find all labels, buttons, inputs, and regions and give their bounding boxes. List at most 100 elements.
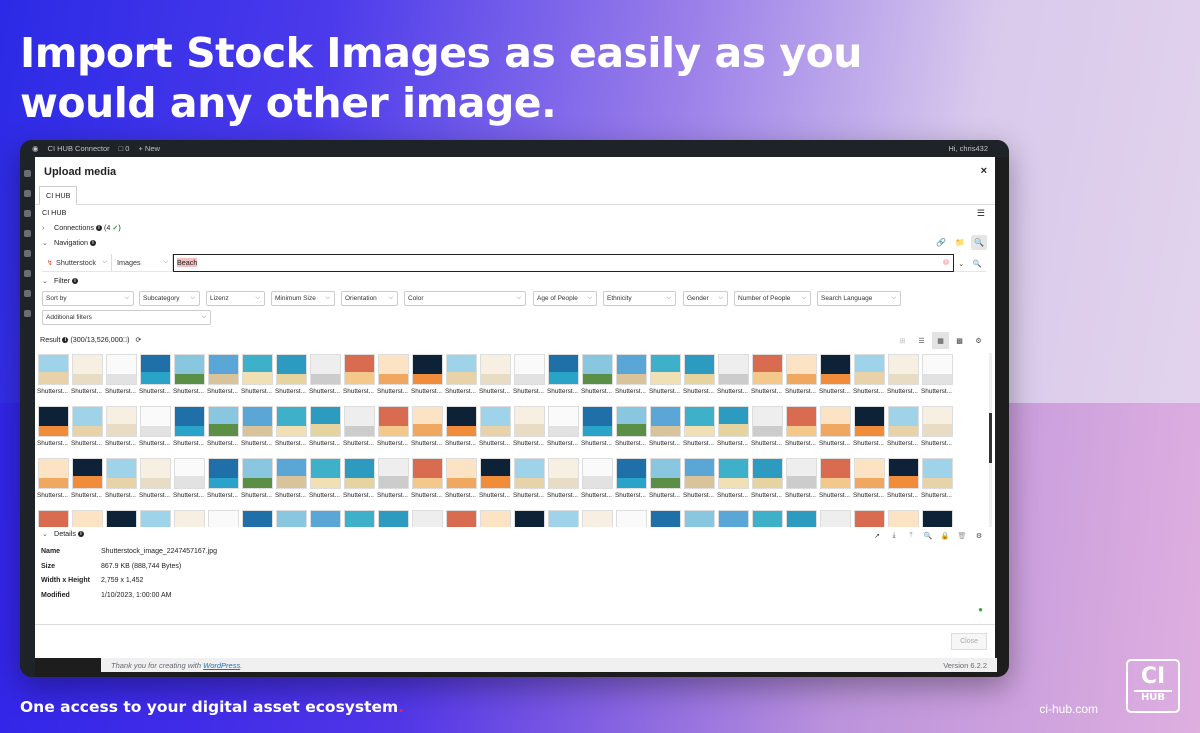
new-menu[interactable]: + New (138, 144, 159, 153)
result-item[interactable]: Shutterst... (71, 353, 104, 403)
result-item[interactable]: Shutterst... (819, 353, 852, 403)
lock-icon[interactable]: 🔒 (938, 529, 952, 542)
result-thumbnail[interactable] (684, 354, 715, 385)
result-item[interactable]: Shutterst... (37, 353, 70, 403)
result-thumbnail[interactable] (140, 458, 171, 489)
zoom-icon[interactable]: 🔍 (921, 529, 935, 542)
result-item[interactable] (479, 509, 512, 527)
wordpress-link[interactable]: WordPress (203, 661, 240, 670)
result-item[interactable]: Shutterst... (853, 457, 886, 507)
result-item[interactable]: Shutterst... (683, 405, 716, 455)
result-thumbnail[interactable] (242, 406, 273, 437)
result-item[interactable]: Shutterst... (751, 353, 784, 403)
result-item[interactable]: Shutterst... (139, 353, 172, 403)
result-item[interactable]: Shutterst... (241, 353, 274, 403)
result-item[interactable]: Shutterst... (377, 457, 410, 507)
result-thumbnail[interactable] (650, 354, 681, 385)
result-item[interactable]: Shutterst... (547, 353, 580, 403)
site-name[interactable]: CI HUB Connector (48, 144, 110, 153)
result-item[interactable]: Shutterst... (615, 405, 648, 455)
hamburger-menu-icon[interactable]: ☰ (977, 208, 985, 219)
result-item[interactable]: Shutterst... (751, 457, 784, 507)
result-item[interactable]: Shutterst... (887, 405, 920, 455)
result-thumbnail[interactable] (480, 510, 511, 527)
result-thumbnail[interactable] (446, 354, 477, 385)
result-item[interactable]: Shutterst... (513, 457, 546, 507)
menu-icon[interactable] (24, 210, 31, 217)
filter-orientation[interactable]: Orientation ⌵ (341, 291, 398, 306)
result-thumbnail[interactable] (38, 354, 69, 385)
result-item[interactable]: Shutterst... (411, 353, 444, 403)
result-item[interactable] (445, 509, 478, 527)
filter-ethnicity[interactable]: Ethnicity ⌵ (603, 291, 676, 306)
result-thumbnail[interactable] (412, 406, 443, 437)
result-thumbnail[interactable] (582, 458, 613, 489)
result-thumbnail[interactable] (548, 458, 579, 489)
result-item[interactable]: Shutterst... (241, 405, 274, 455)
result-thumbnail[interactable] (854, 458, 885, 489)
chevron-down-icon[interactable]: ⌄ (958, 259, 964, 268)
result-item[interactable] (71, 509, 104, 527)
filter-number-of-people[interactable]: Number of People ⌵ (734, 291, 811, 306)
menu-icon[interactable] (24, 290, 31, 297)
result-item[interactable]: Shutterst... (71, 405, 104, 455)
user-greeting[interactable]: Hi, chris432 (948, 144, 988, 153)
settings-icon[interactable]: ⚙ (970, 332, 987, 349)
result-thumbnail[interactable] (786, 354, 817, 385)
result-thumbnail[interactable] (378, 458, 409, 489)
result-thumbnail[interactable] (412, 458, 443, 489)
result-thumbnail[interactable] (140, 510, 171, 527)
result-item[interactable] (411, 509, 444, 527)
result-item[interactable]: Shutterst... (615, 353, 648, 403)
folder-icon[interactable]: 📁 (952, 235, 968, 250)
result-item[interactable] (887, 509, 920, 527)
result-thumbnail[interactable] (718, 406, 749, 437)
result-thumbnail[interactable] (174, 354, 205, 385)
result-thumbnail[interactable] (650, 406, 681, 437)
result-item[interactable]: Shutterst... (411, 405, 444, 455)
source-select[interactable]: ↯ Shutterstock ⌵ (42, 254, 112, 271)
menu-icon[interactable] (24, 270, 31, 277)
result-item[interactable]: Shutterst... (377, 405, 410, 455)
result-item[interactable]: Shutterst... (717, 457, 750, 507)
result-thumbnail[interactable] (786, 458, 817, 489)
result-item[interactable]: Shutterst... (887, 353, 920, 403)
result-thumbnail[interactable] (616, 510, 647, 527)
result-item[interactable]: Shutterst... (547, 457, 580, 507)
result-item[interactable] (649, 509, 682, 527)
result-item[interactable]: Shutterst... (581, 457, 614, 507)
result-thumbnail[interactable] (72, 458, 103, 489)
grid-view-icon[interactable]: ▦ (932, 332, 949, 349)
download-icon[interactable]: ⤓ (887, 529, 901, 542)
result-item[interactable]: Shutterst... (785, 353, 818, 403)
result-thumbnail[interactable] (582, 354, 613, 385)
result-item[interactable]: Shutterst... (139, 405, 172, 455)
search-icon[interactable]: 🔍 (971, 235, 987, 250)
result-item[interactable]: Shutterst... (343, 353, 376, 403)
result-thumbnail[interactable] (650, 510, 681, 527)
filter-minimum-size[interactable]: Minimum Size ⌵ (271, 291, 335, 306)
result-item[interactable] (377, 509, 410, 527)
result-thumbnail[interactable] (446, 406, 477, 437)
result-item[interactable]: Shutterst... (513, 353, 546, 403)
result-thumbnail[interactable] (888, 510, 919, 527)
result-item[interactable]: Shutterst... (921, 353, 954, 403)
result-thumbnail[interactable] (480, 458, 511, 489)
result-item[interactable]: Shutterst... (853, 405, 886, 455)
connections-row[interactable]: › Connections i (4 ✓) (42, 223, 121, 232)
trash-icon[interactable]: 🗑 (955, 529, 969, 542)
filter-subcategory[interactable]: Subcategory ⌵ (139, 291, 200, 306)
chevron-down-icon[interactable]: ⌄ (42, 276, 52, 285)
type-select[interactable]: Images ⌵ (112, 254, 173, 271)
result-thumbnail[interactable] (820, 458, 851, 489)
result-item[interactable] (547, 509, 580, 527)
result-item[interactable]: Shutterst... (309, 353, 342, 403)
refresh-icon[interactable]: ⟳ (135, 335, 141, 344)
result-thumbnail[interactable] (310, 354, 341, 385)
result-item[interactable]: Shutterst... (343, 457, 376, 507)
result-item[interactable] (275, 509, 308, 527)
result-item[interactable]: Shutterst... (479, 353, 512, 403)
result-thumbnail[interactable] (208, 354, 239, 385)
result-thumbnail[interactable] (684, 510, 715, 527)
result-item[interactable]: Shutterst... (377, 353, 410, 403)
